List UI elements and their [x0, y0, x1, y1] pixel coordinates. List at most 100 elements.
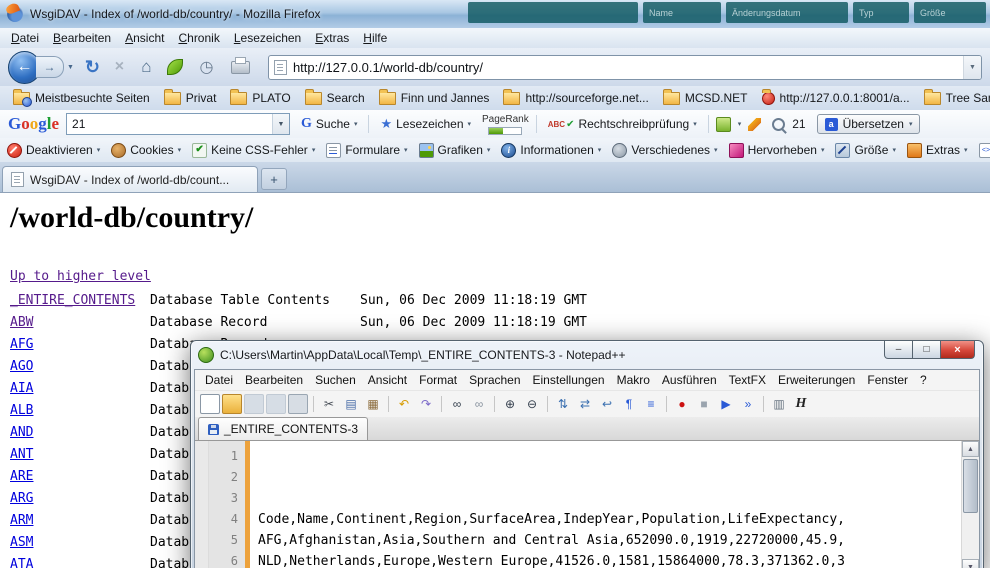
sync-vertical-icon[interactable]: ⇅ — [553, 394, 573, 414]
sendto-icon[interactable] — [716, 117, 731, 132]
forward-button[interactable]: → — [36, 56, 64, 78]
notepadpp-menu-item[interactable]: Bearbeiten — [239, 371, 309, 389]
firefox-menu-item[interactable]: Chronik — [171, 29, 226, 47]
bookmark-finn-und-jannes[interactable]: Finn und Jannes — [372, 89, 497, 107]
home-button[interactable]: ⌂ — [134, 54, 159, 80]
indent-guide-icon[interactable]: ≡ — [641, 394, 661, 414]
firefox-menu-item[interactable]: Hilfe — [356, 29, 394, 47]
redo-icon[interactable]: ↷ — [416, 394, 436, 414]
vertical-scrollbar[interactable]: ▲ ▼ — [961, 441, 979, 568]
stop-button[interactable]: × — [107, 54, 132, 80]
webdev-extras-button[interactable]: Extras ▾ — [907, 143, 968, 158]
sync-horizontal-icon[interactable]: ⇄ — [575, 394, 595, 414]
notepadpp-menu-item[interactable]: Fenster — [861, 371, 914, 389]
google-search-button[interactable]: G Suche ▾ — [297, 114, 361, 134]
bookmark-privat[interactable]: Privat — [157, 89, 224, 107]
listing-link[interactable]: ABW — [10, 315, 33, 330]
webdev-quelltext-button[interactable]: Quelltext ▾ — [979, 143, 990, 158]
save-icon[interactable] — [244, 394, 264, 414]
bookmark-localhost-8001[interactable]: http://127.0.0.1:8001/a... — [755, 89, 917, 107]
find-icon[interactable]: ∞ — [447, 394, 467, 414]
google-bookmarks-button[interactable]: ★ Lesezeichen ▾ — [376, 114, 475, 134]
chevron-down-icon[interactable]: ▾ — [312, 146, 316, 154]
bookmark-mcsd-net[interactable]: MCSD.NET — [656, 89, 755, 107]
notepadpp-menu-item[interactable]: Einstellungen — [527, 371, 611, 389]
html-preview-icon[interactable]: H — [791, 394, 811, 414]
url-bar[interactable]: http://127.0.0.1/world-db/country/ ▼ — [268, 55, 982, 80]
new-tab-button[interactable]: + — [261, 168, 287, 190]
listing-link[interactable]: ASM — [10, 535, 33, 550]
scroll-up-icon[interactable]: ▲ — [962, 441, 979, 457]
highlighter-pen-icon[interactable] — [748, 118, 761, 131]
webdev-css-fehler-button[interactable]: Keine CSS-Fehler ▾ — [192, 143, 315, 158]
bookmark-sourceforge[interactable]: http://sourceforge.net... — [496, 89, 655, 107]
reload-button[interactable]: ↻ — [80, 54, 105, 80]
chevron-down-icon[interactable]: ▾ — [909, 120, 913, 128]
listing-link[interactable]: _ENTIRE_CONTENTS — [10, 293, 135, 308]
listing-link[interactable]: ARG — [10, 491, 33, 506]
notepadpp-menu-item[interactable]: Ansicht — [362, 371, 413, 389]
chevron-down-icon[interactable]: ▾ — [738, 120, 742, 128]
scrollbar-thumb[interactable] — [963, 459, 978, 513]
tab-entire-contents-3[interactable]: _ENTIRE_CONTENTS-3 — [198, 417, 368, 440]
webdev-groesse-button[interactable]: Größe ▾ — [835, 143, 896, 158]
listing-link[interactable]: ARM — [10, 513, 33, 528]
close-button[interactable]: × — [940, 341, 975, 359]
chevron-down-icon[interactable]: ▾ — [892, 146, 896, 154]
scroll-down-icon[interactable]: ▼ — [962, 559, 979, 568]
chevron-down-icon[interactable]: ▾ — [178, 146, 182, 154]
minimize-button[interactable]: – — [884, 341, 913, 359]
chevron-down-icon[interactable]: ▾ — [404, 146, 408, 154]
document-map-icon[interactable]: ▥ — [769, 394, 789, 414]
webdev-formulare-button[interactable]: Formulare ▾ — [326, 143, 407, 158]
listing-link[interactable]: ATA — [10, 557, 33, 568]
bookmark-margin[interactable] — [195, 441, 209, 568]
tab-wsgidav-index[interactable]: WsgiDAV - Index of /world-db/count... — [2, 166, 258, 192]
url-text[interactable]: http://127.0.0.1/world-db/country/ — [293, 60, 963, 75]
bookmark-tree-samples[interactable]: Tree Samples — [917, 89, 990, 107]
paste-icon[interactable]: ▦ — [363, 394, 383, 414]
print-icon[interactable] — [288, 394, 308, 414]
bookmark-meistbesuchte-seiten[interactable]: Meistbesuchte Seiten — [6, 89, 157, 107]
undo-icon[interactable]: ↶ — [394, 394, 414, 414]
firefox-menu-item[interactable]: Extras — [308, 29, 356, 47]
zoom-in-icon[interactable]: ⊕ — [500, 394, 520, 414]
chevron-down-icon[interactable]: ▾ — [487, 146, 491, 154]
copy-icon[interactable]: ▤ — [341, 394, 361, 414]
chevron-down-icon[interactable]: ▾ — [598, 146, 602, 154]
history-dropdown-icon[interactable]: ▼ — [67, 64, 74, 71]
firefox-menu-item[interactable]: Ansicht — [118, 29, 171, 47]
listing-link[interactable]: AGO — [10, 359, 33, 374]
webdev-hervorheben-button[interactable]: Hervorheben ▾ — [729, 143, 825, 158]
listing-link[interactable]: ARE — [10, 469, 33, 484]
webdev-informationen-button[interactable]: Informationen ▾ — [501, 143, 601, 158]
bookmark-search[interactable]: Search — [298, 89, 372, 107]
listing-link[interactable]: AIA — [10, 381, 33, 396]
notepadpp-menu-item[interactable]: Sprachen — [463, 371, 526, 389]
stop-macro-icon[interactable]: ■ — [694, 394, 714, 414]
firefox-menu-item[interactable]: Datei — [4, 29, 46, 47]
notepadpp-menu-item[interactable]: Format — [413, 371, 463, 389]
open-folder-icon[interactable] — [222, 394, 242, 414]
translate-button[interactable]: a Übersetzen ▾ — [817, 114, 921, 134]
chevron-down-icon[interactable]: ▾ — [821, 146, 825, 154]
listing-link[interactable]: AND — [10, 425, 33, 440]
notepadpp-editor[interactable]: 123456 Code,Name,Continent,Region,Surfac… — [195, 441, 979, 568]
chevron-down-icon[interactable]: ▾ — [468, 120, 472, 128]
chevron-down-icon[interactable]: ▾ — [97, 146, 101, 154]
chevron-down-icon[interactable]: ▾ — [964, 146, 968, 154]
notepadpp-menu-item[interactable]: ? — [914, 371, 933, 389]
notepadpp-menu-item[interactable]: Makro — [611, 371, 656, 389]
notepadpp-menu-item[interactable]: Suchen — [309, 371, 362, 389]
listing-link[interactable]: ANT — [10, 447, 33, 462]
webdev-cookies-button[interactable]: Cookies ▾ — [111, 143, 181, 158]
notepadpp-menu-item[interactable]: TextFX — [723, 371, 772, 389]
notepadpp-menu-item[interactable]: Erweiterungen — [772, 371, 861, 389]
firefox-menu-item[interactable]: Lesezeichen — [227, 29, 308, 47]
listing-link[interactable]: ALB — [10, 403, 33, 418]
spellcheck-button[interactable]: ABC ✔ Rechtschreibprüfung ▾ — [544, 115, 701, 133]
history-clock-icon[interactable]: ◷ — [194, 54, 219, 80]
save-all-icon[interactable] — [266, 394, 286, 414]
google-search-dropdown-icon[interactable]: ▼ — [272, 114, 289, 134]
record-macro-icon[interactable]: ● — [672, 394, 692, 414]
